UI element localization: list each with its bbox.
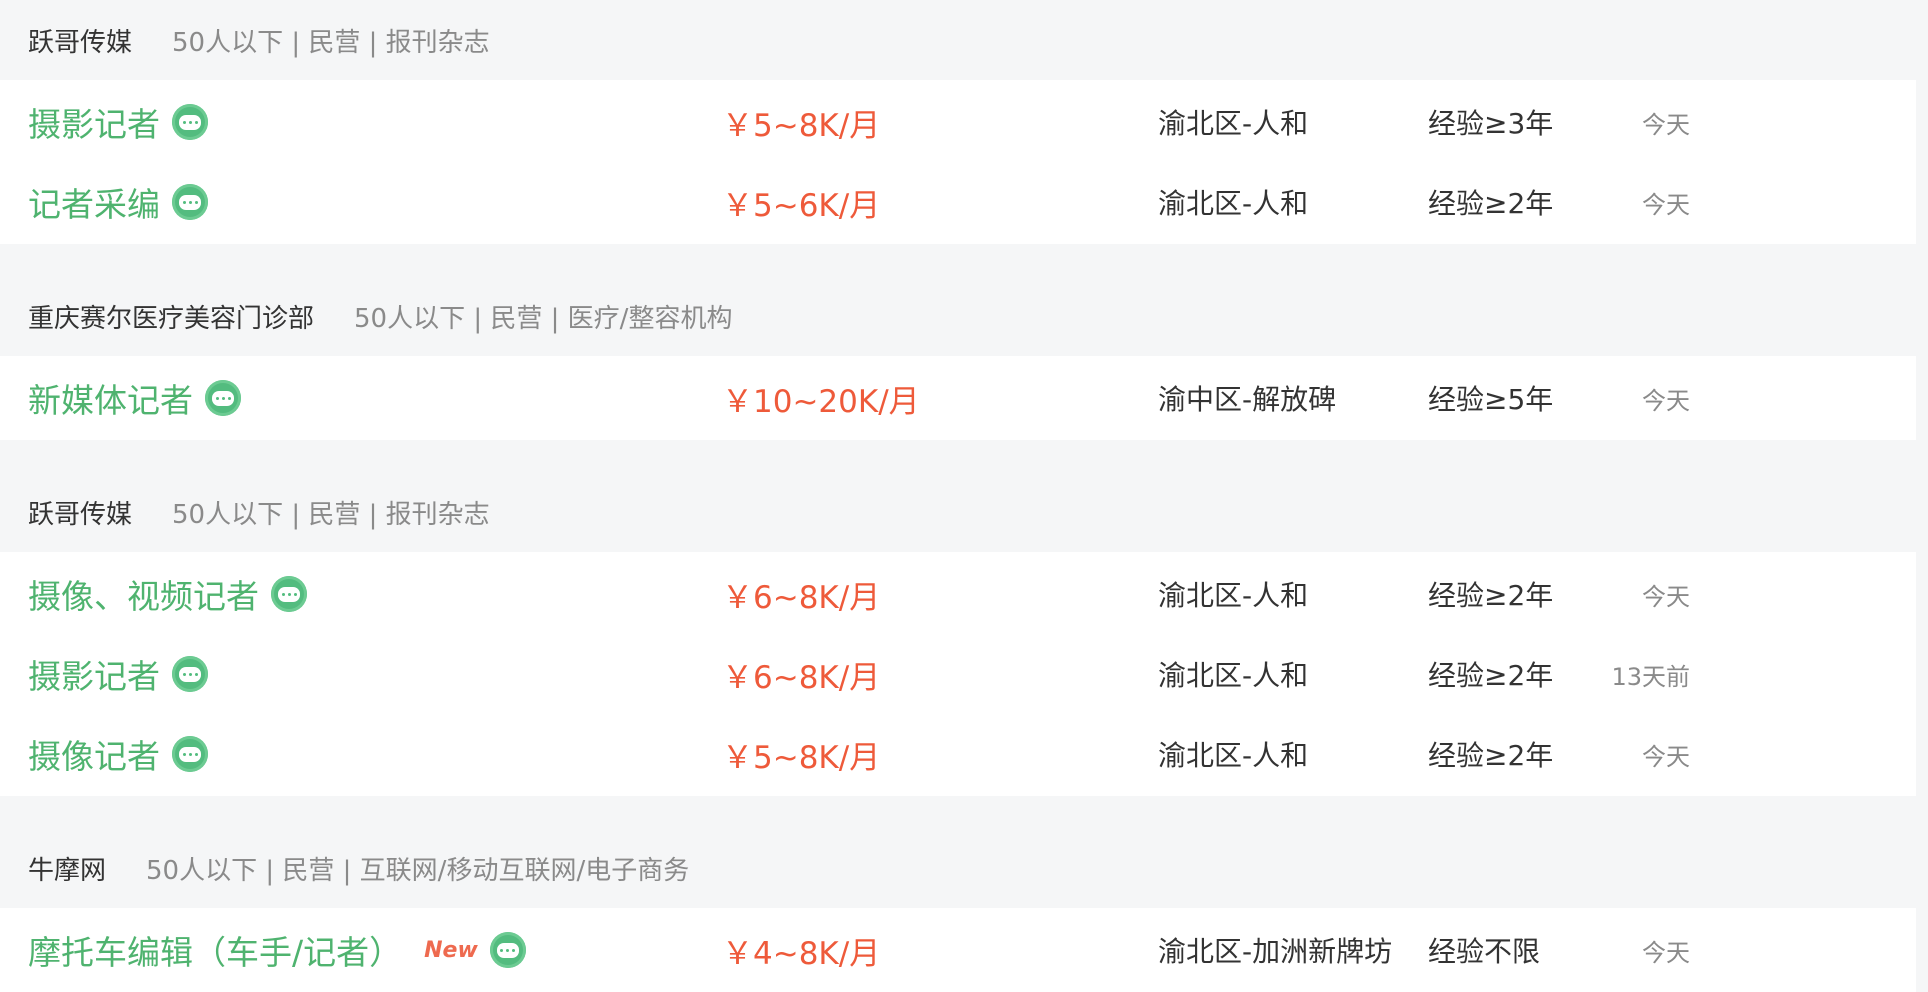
job-location: 渝北区-人和 [1158, 739, 1309, 772]
company-meta: 50人以下 | 民营 | 互联网/移动互联网/电子商务 [146, 855, 690, 886]
salary: ￥5~8K/月 [722, 739, 881, 776]
company-name[interactable]: 跃哥传媒 [28, 494, 132, 531]
experience-requirement: 经验≥2年 [1428, 659, 1554, 692]
company-name[interactable]: 牛摩网 [28, 850, 106, 887]
job-rows: 摩托车编辑（车手/记者） New ￥4~8K/月 渝北区-加洲新牌坊 经验不限 今天 [0, 908, 1916, 992]
job-title-cell: 摄影记者 [28, 82, 208, 162]
company-meta: 50人以下 | 民营 | 医疗/整容机构 [354, 303, 733, 334]
job-title-link[interactable]: 摄影记者 [28, 98, 160, 146]
chat-bubble-icon[interactable] [172, 656, 208, 692]
salary: ￥5~6K/月 [722, 187, 881, 224]
job-location: 渝中区-解放碑 [1158, 383, 1337, 416]
post-date: 今天 [1642, 742, 1690, 771]
job-title-link[interactable]: 摄像记者 [28, 730, 160, 778]
company-name[interactable]: 跃哥传媒 [28, 22, 132, 59]
post-date: 13天前 [1611, 662, 1690, 691]
job-location: 渝北区-加洲新牌坊 [1158, 935, 1393, 968]
job-location: 渝北区-人和 [1158, 579, 1309, 612]
experience-requirement: 经验≥2年 [1428, 579, 1554, 612]
experience-requirement: 经验≥5年 [1428, 383, 1554, 416]
job-title-cell: 摩托车编辑（车手/记者） New [28, 910, 526, 990]
job-row[interactable]: 摩托车编辑（车手/记者） New ￥4~8K/月 渝北区-加洲新牌坊 经验不限 今天 [0, 910, 1916, 990]
salary: ￥6~8K/月 [722, 659, 881, 696]
job-row[interactable]: 记者采编 ￥5~6K/月 渝北区-人和 经验≥2年 今天 [0, 162, 1916, 242]
post-date: 今天 [1642, 190, 1690, 219]
company-name[interactable]: 重庆赛尔医疗美容门诊部 [28, 298, 314, 335]
company-header: 重庆赛尔医疗美容门诊部 50人以下 | 民营 | 医疗/整容机构 [0, 276, 1916, 356]
salary: ￥6~8K/月 [722, 579, 881, 616]
job-title-link[interactable]: 摄像、视频记者 [28, 570, 259, 618]
post-date: 今天 [1642, 386, 1690, 415]
chat-bubble-icon[interactable] [271, 576, 307, 612]
salary: ￥4~8K/月 [722, 935, 881, 972]
job-title-cell: 记者采编 [28, 162, 208, 242]
new-badge: New [424, 937, 478, 963]
job-title-cell: 摄像记者 [28, 714, 208, 794]
chat-bubble-icon[interactable] [172, 736, 208, 772]
job-rows: 摄影记者 ￥5~8K/月 渝北区-人和 经验≥3年 今天 记者采编 ￥5~6K/月 渝北区-人… [0, 80, 1916, 244]
job-location: 渝北区-人和 [1158, 659, 1309, 692]
experience-requirement: 经验≥2年 [1428, 739, 1554, 772]
experience-requirement: 经验≥3年 [1428, 107, 1554, 140]
job-row[interactable]: 摄影记者 ￥6~8K/月 渝北区-人和 经验≥2年 13天前 [0, 634, 1916, 714]
job-title-cell: 新媒体记者 [28, 358, 241, 438]
chat-bubble-icon[interactable] [205, 380, 241, 416]
experience-requirement: 经验不限 [1428, 935, 1541, 968]
company-header: 跃哥传媒 50人以下 | 民营 | 报刊杂志 [0, 0, 1916, 80]
job-list: 跃哥传媒 50人以下 | 民营 | 报刊杂志 摄影记者 ￥5~8K/月 渝北区-人和 经验… [0, 0, 1916, 992]
chat-bubble-icon[interactable] [489, 932, 526, 968]
post-date: 今天 [1642, 938, 1690, 967]
post-date: 今天 [1642, 110, 1690, 139]
company-group: 跃哥传媒 50人以下 | 民营 | 报刊杂志 摄影记者 ￥5~8K/月 渝北区-人和 经验… [0, 0, 1916, 244]
job-row[interactable]: 摄影记者 ￥5~8K/月 渝北区-人和 经验≥3年 今天 [0, 82, 1916, 162]
salary: ￥10~20K/月 [722, 383, 920, 420]
company-group: 重庆赛尔医疗美容门诊部 50人以下 | 民营 | 医疗/整容机构新媒体记者 ￥10~… [0, 276, 1916, 440]
job-location: 渝北区-人和 [1158, 187, 1309, 220]
job-title-link[interactable]: 新媒体记者 [28, 374, 193, 422]
salary: ￥5~8K/月 [722, 107, 881, 144]
job-title-cell: 摄像、视频记者 [28, 554, 307, 634]
job-row[interactable]: 摄像记者 ￥5~8K/月 渝北区-人和 经验≥2年 今天 [0, 714, 1916, 794]
job-title-link[interactable]: 摩托车编辑（车手/记者） [28, 926, 402, 974]
job-location: 渝北区-人和 [1158, 107, 1309, 140]
job-title-link[interactable]: 记者采编 [28, 178, 160, 226]
company-header: 牛摩网 50人以下 | 民营 | 互联网/移动互联网/电子商务 [0, 828, 1916, 908]
job-rows: 新媒体记者 ￥10~20K/月 渝中区-解放碑 经验≥5年 今天 [0, 356, 1916, 440]
experience-requirement: 经验≥2年 [1428, 187, 1554, 220]
job-title-cell: 摄影记者 [28, 634, 208, 714]
job-title-link[interactable]: 摄影记者 [28, 650, 160, 698]
job-rows: 摄像、视频记者 ￥6~8K/月 渝北区-人和 经验≥2年 今天 摄影记者 ￥6~8K/月 渝北… [0, 552, 1916, 796]
chat-bubble-icon[interactable] [172, 104, 208, 140]
company-group: 跃哥传媒 50人以下 | 民营 | 报刊杂志 摄像、视频记者 ￥6~8K/月 渝北区-人… [0, 472, 1916, 796]
company-meta: 50人以下 | 民营 | 报刊杂志 [172, 27, 490, 58]
company-header: 跃哥传媒 50人以下 | 民营 | 报刊杂志 [0, 472, 1916, 552]
chat-bubble-icon[interactable] [172, 184, 208, 220]
company-meta: 50人以下 | 民营 | 报刊杂志 [172, 499, 490, 530]
company-group: 牛摩网 50人以下 | 民营 | 互联网/移动互联网/电子商务摩托车编辑（车手/记… [0, 828, 1916, 992]
job-row[interactable]: 摄像、视频记者 ￥6~8K/月 渝北区-人和 经验≥2年 今天 [0, 554, 1916, 634]
job-row[interactable]: 新媒体记者 ￥10~20K/月 渝中区-解放碑 经验≥5年 今天 [0, 358, 1916, 438]
post-date: 今天 [1642, 582, 1690, 611]
